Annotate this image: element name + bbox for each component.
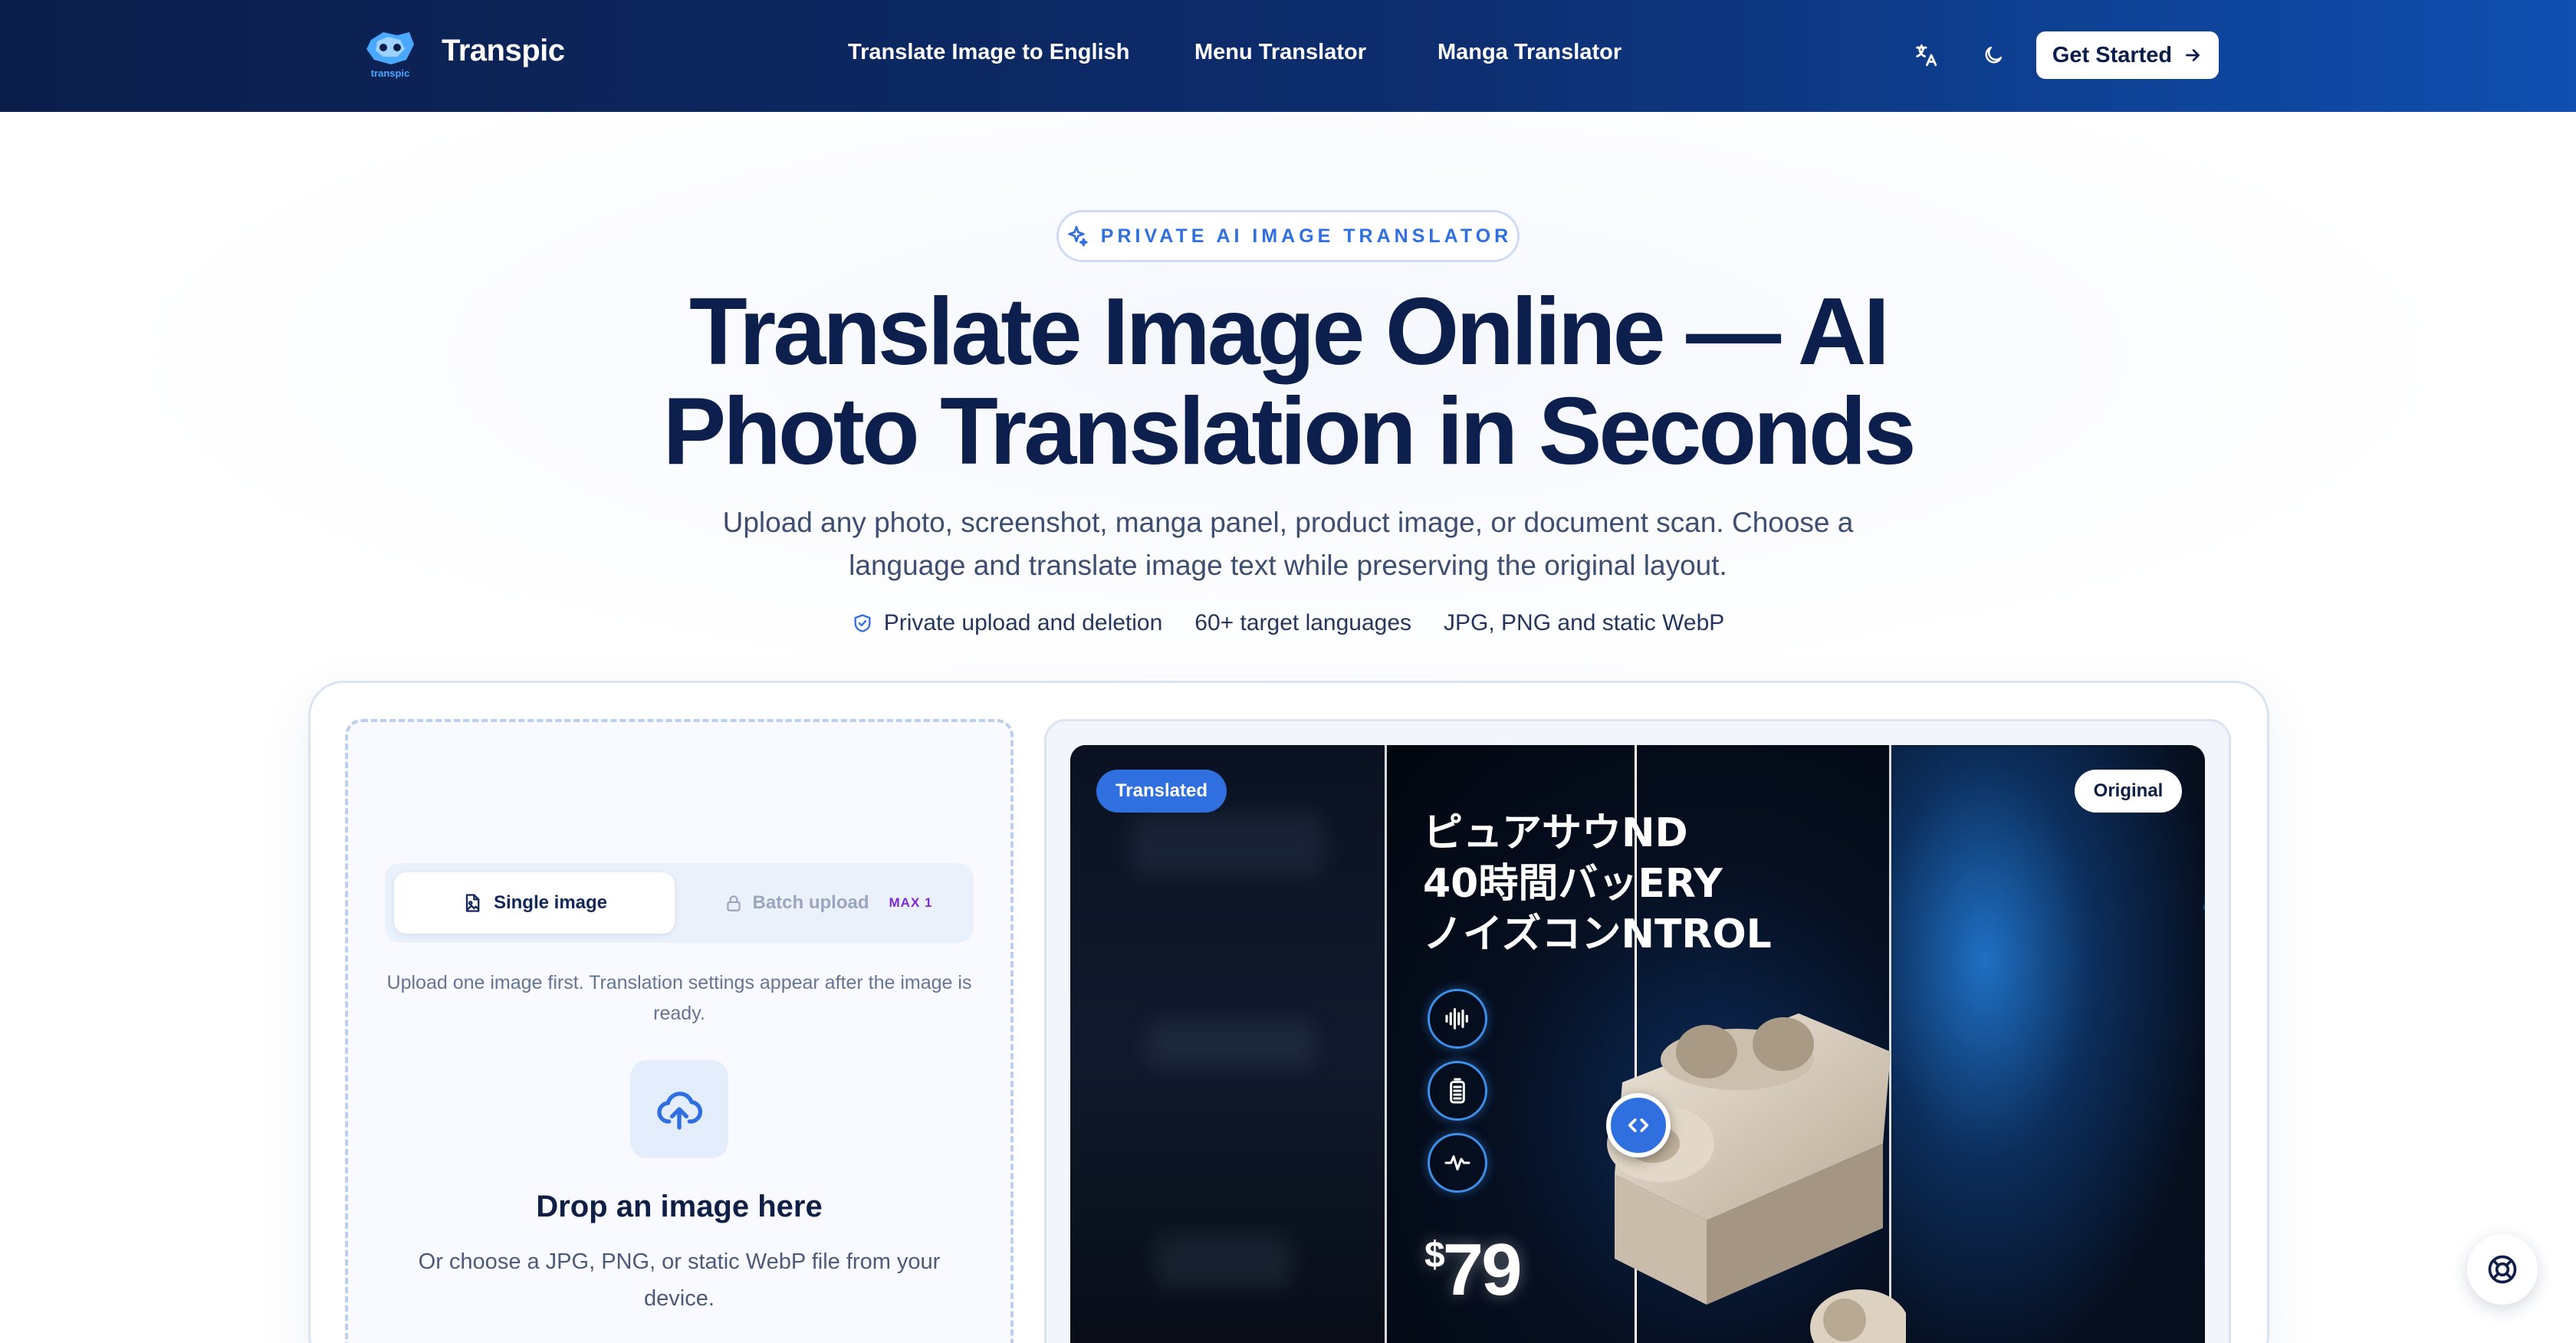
price-value: 79 (1442, 1229, 1523, 1311)
transpic-logo[interactable]: transpic (360, 26, 420, 80)
arrow-right-icon (2186, 49, 2200, 61)
top-navbar: transpic Transpic Translate Image to Eng… (0, 0, 2576, 112)
lifebuoy-icon (2488, 1255, 2517, 1284)
sparkle-icon (1068, 225, 1088, 247)
blurred-left-panel (1070, 745, 1386, 1343)
compare-slider-handle[interactable] (1606, 1093, 1671, 1157)
svg-text:transpic: transpic (371, 67, 410, 79)
code-arrows-icon (1628, 1118, 1649, 1132)
sound-wave-icon (1428, 989, 1487, 1049)
hero-badge-text: PRIVATE AI IMAGE TRANSLATOR (1100, 225, 1513, 247)
nav-translate-image-to-english[interactable]: Translate Image to English (848, 40, 1129, 65)
product-headline: ピュアサウND 40時間バッERY ノイズコンNTROL (1423, 808, 1772, 960)
tab-single-image[interactable]: Single image (394, 872, 675, 934)
translate-icon[interactable] (1909, 38, 1943, 72)
product-line: ピュアサウND (1423, 810, 1688, 856)
panel-divider (1385, 745, 1387, 1343)
brand-name[interactable]: Transpic (442, 34, 565, 68)
hero-subtitle: Upload any photo, screenshot, manga pane… (722, 507, 1854, 581)
upload-icon-box[interactable] (630, 1060, 728, 1158)
lock-icon (726, 895, 741, 911)
get-started-button[interactable]: Get Started (2036, 31, 2219, 79)
feature-label: 60+ target languages (1194, 610, 1412, 635)
feature-label: Private upload and deletion (883, 610, 1163, 635)
drop-title: Drop an image here (536, 1190, 823, 1223)
original-tag: Original (2075, 770, 2182, 813)
blurred-right-panel (1891, 745, 2205, 1343)
comparison-preview[interactable]: ピュアサウND 40時間バッERY ノイズコンNTROL $79 (1070, 745, 2205, 1343)
tab-batch-upload[interactable]: Batch upload MAX 1 (690, 872, 966, 934)
price-currency: $ (1424, 1235, 1445, 1276)
moon-icon[interactable] (1976, 38, 2010, 72)
feature-label: JPG, PNG and static WebP (1444, 610, 1725, 635)
image-file-icon (465, 894, 480, 912)
get-started-label: Get Started (2052, 42, 2173, 67)
product-line: ノイズコンNTROL (1423, 911, 1772, 957)
page-title: Translate Image Online — AI Photo Transl… (662, 279, 1916, 484)
nav-menu-translator[interactable]: Menu Translator (1194, 40, 1366, 65)
cloud-upload-icon (657, 1092, 702, 1130)
hero-badge: PRIVATE AI IMAGE TRANSLATOR (1056, 210, 1520, 262)
support-help-button[interactable] (2467, 1234, 2538, 1305)
earbuds-case-image (1607, 1013, 1906, 1343)
upload-hint: Upload one image first. Translation sett… (386, 972, 972, 1024)
feature-item-privacy: Private upload and deletion (852, 610, 1163, 636)
battery-icon (1428, 1061, 1487, 1121)
tab-single-label: Single image (493, 892, 608, 913)
tab-batch-label: Batch upload (752, 892, 869, 913)
product-price: $79 (1424, 1228, 1523, 1312)
pulse-icon (1428, 1133, 1487, 1193)
feature-item-formats: JPG, PNG and static WebP (1444, 610, 1724, 636)
feature-list: Private upload and deletion 60+ target l… (0, 610, 2576, 636)
batch-limit-badge: MAX 1 (889, 895, 933, 910)
drop-subtitle: Or choose a JPG, PNG, or static WebP fil… (418, 1249, 941, 1311)
shield-check-icon (854, 614, 871, 632)
feature-item-languages: 60+ target languages (1194, 610, 1411, 636)
translated-tag: Translated (1096, 770, 1227, 813)
nav-manga-translator[interactable]: Manga Translator (1438, 40, 1622, 65)
product-line: 40時間バッERY (1423, 861, 1723, 907)
